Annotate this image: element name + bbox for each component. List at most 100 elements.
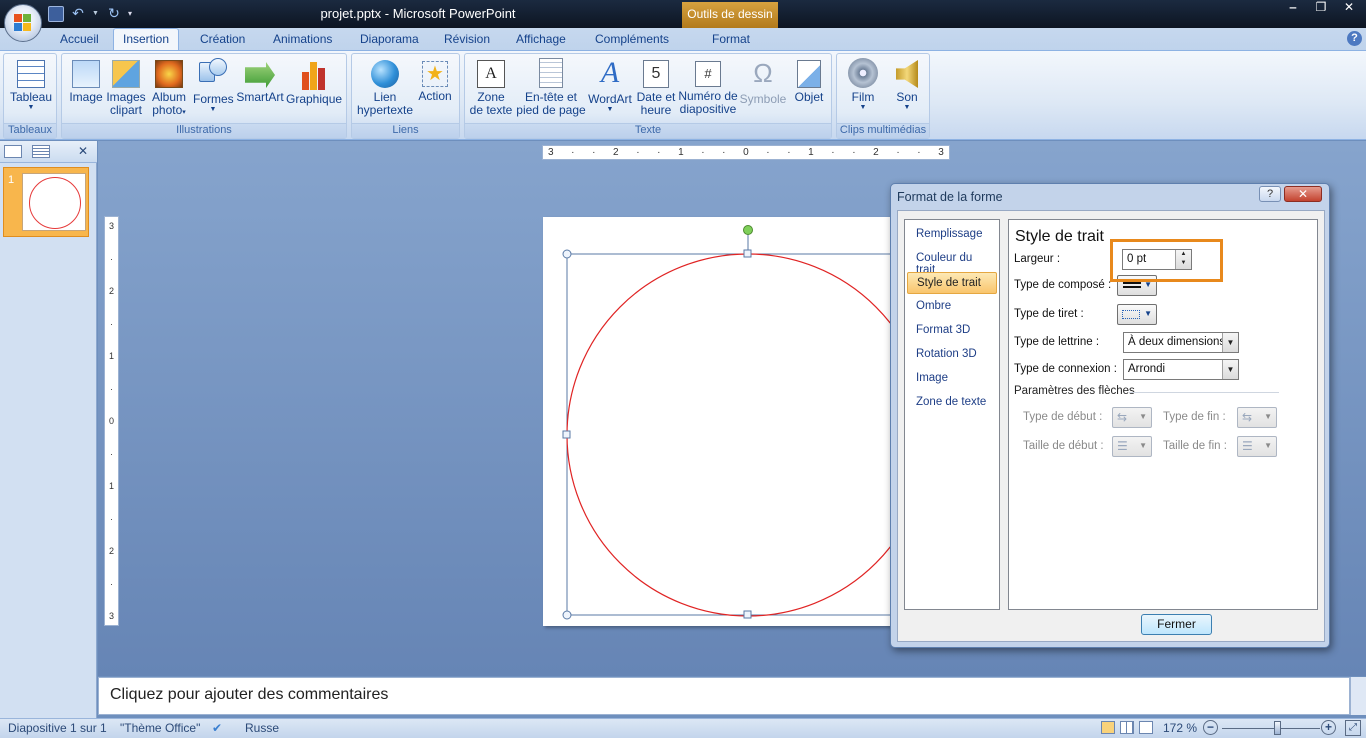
zoom-out-icon[interactable]: − — [1203, 720, 1218, 735]
horizontal-ruler: 3 · · 2 · · 1 · · 0 · · 1 · · 2 · · 3 — [542, 145, 950, 160]
dash-type-dropdown[interactable]: ▼ — [1117, 304, 1157, 325]
zoom-level[interactable]: 172 % — [1163, 721, 1197, 735]
album-photo-button[interactable]: Album photo▾ — [149, 58, 189, 119]
film-button[interactable]: Film ▼ — [841, 58, 885, 112]
album-label-2: photo — [152, 103, 183, 117]
images-clipart-button[interactable]: Images clipart — [106, 58, 146, 117]
nav-couleur-du-trait[interactable]: Couleur du trait — [907, 248, 997, 276]
chart-icon — [298, 58, 330, 90]
connexion-value: Arrondi — [1128, 363, 1166, 375]
lettrine-select[interactable]: À deux dimensions ▼ — [1123, 332, 1239, 353]
zoom-slider[interactable] — [1222, 728, 1320, 729]
dialog-close-button[interactable]: ✕ — [1284, 186, 1322, 202]
zone-de-texte-button[interactable]: A Zone de texte — [467, 58, 515, 117]
normal-view-icon[interactable] — [1101, 721, 1115, 734]
taille-fin-dropdown[interactable]: ☰ ▼ — [1237, 436, 1277, 457]
taille-debut-dropdown[interactable]: ☰ ▼ — [1112, 436, 1152, 457]
date-heure-button[interactable]: 5 Date et heure — [635, 58, 677, 117]
nav-remplissage[interactable]: Remplissage — [907, 224, 997, 246]
ruler-tick: 1 — [108, 351, 114, 361]
office-button[interactable] — [4, 4, 42, 42]
ribbon-tabs: Accueil Insertion Création Animations Di… — [0, 28, 1366, 51]
fit-to-window-icon[interactable]: ⤢ — [1345, 720, 1361, 736]
slide-sorter-icon[interactable] — [1120, 721, 1134, 734]
panel-title: Style de trait — [1015, 228, 1104, 245]
chevron-down-icon[interactable]: ▼ — [1222, 360, 1238, 379]
shapes-icon — [197, 58, 229, 90]
tab-format[interactable]: Format — [712, 32, 750, 46]
numero-diapositive-button[interactable]: # Numéro de diapositive — [677, 58, 739, 116]
tab-animations[interactable]: Animations — [273, 32, 332, 46]
nav-style-de-trait[interactable]: Style de trait — [907, 272, 997, 294]
chevron-down-icon[interactable]: ▼ — [1222, 333, 1238, 352]
fermer-button[interactable]: Fermer — [1141, 614, 1212, 635]
notes-scrollbar[interactable] — [1350, 677, 1366, 715]
entete-label-1: En-tête et — [524, 90, 578, 104]
action-button[interactable]: ★ Action — [415, 58, 455, 103]
close-pane-icon[interactable]: ✕ — [78, 144, 88, 158]
minimize-button[interactable]: ‒ — [1280, 0, 1306, 16]
chevron-down-icon: ▼ — [1139, 441, 1147, 450]
chevron-down-icon: ▼ — [1144, 309, 1152, 318]
dialog-help-button[interactable]: ? — [1259, 186, 1281, 202]
type-debut-dropdown[interactable]: ⇆ ▼ — [1112, 407, 1152, 428]
connexion-select[interactable]: Arrondi ▼ — [1123, 359, 1239, 380]
son-button[interactable]: Son ▼ — [887, 58, 927, 112]
resize-handle-left[interactable] — [562, 430, 571, 439]
tableau-button[interactable]: Tableau ▼ — [8, 58, 54, 112]
language-indicator[interactable]: Russe — [245, 721, 279, 735]
rotation-handle[interactable] — [743, 225, 753, 235]
connexion-label: Type de connexion : — [1014, 363, 1117, 375]
date-label-2: heure — [640, 103, 672, 117]
slideshow-view-icon[interactable] — [1139, 721, 1153, 734]
zoom-slider-thumb[interactable] — [1274, 721, 1281, 735]
theme-indicator[interactable]: "Thème Office" — [120, 721, 200, 735]
zoom-in-icon[interactable]: + — [1321, 720, 1336, 735]
ribbon: Tableau ▼ Tableaux Image Images clipart Al… — [0, 50, 1366, 140]
spellcheck-icon[interactable]: ✔ — [212, 721, 222, 735]
entete-label-2: pied de page — [516, 103, 586, 117]
circle-shape[interactable] — [566, 253, 930, 617]
restore-button[interactable]: ❐ — [1308, 0, 1334, 16]
slide-number: 1 — [8, 174, 15, 186]
help-icon[interactable]: ? — [1347, 31, 1362, 46]
formes-button[interactable]: Formes ▼ — [193, 58, 234, 114]
nav-image[interactable]: Image — [907, 368, 997, 390]
symbole-button[interactable]: Ω Symbole — [739, 58, 787, 106]
graphique-button[interactable]: Graphique — [286, 58, 342, 106]
dialog-title: Format de la forme — [897, 190, 1003, 204]
slide-thumbnail[interactable]: 1 — [3, 167, 89, 237]
tab-insertion[interactable]: Insertion — [113, 28, 180, 51]
tab-accueil[interactable]: Accueil — [60, 32, 99, 46]
slide-canvas[interactable] — [543, 217, 930, 626]
resize-handle-bottom[interactable] — [743, 610, 752, 619]
group-texte: A Zone de texte En-tête et pied de page A … — [464, 53, 832, 139]
close-button[interactable]: ✕ — [1336, 0, 1362, 16]
slides-tab-icon[interactable] — [4, 145, 22, 158]
outline-tab-icon[interactable] — [32, 145, 50, 158]
calendar-icon: 5 — [643, 60, 669, 88]
smartart-button[interactable]: SmartArt — [235, 58, 285, 104]
lien-hypertexte-button[interactable]: Lien hypertexte — [356, 58, 414, 117]
slides-pane: ✕ 1 — [0, 141, 97, 718]
type-fin-dropdown[interactable]: ⇆ ▼ — [1237, 407, 1277, 428]
wordart-button[interactable]: A WordArt ▼ — [587, 58, 633, 114]
image-button[interactable]: Image — [67, 58, 105, 104]
resize-handle-top[interactable] — [743, 249, 752, 258]
nav-rotation-3d[interactable]: Rotation 3D — [907, 344, 997, 366]
tab-affichage[interactable]: Affichage — [516, 32, 566, 46]
entete-pied-button[interactable]: En-tête et pied de page — [515, 58, 587, 117]
tab-diaporama[interactable]: Diaporama — [360, 32, 419, 46]
notes-pane[interactable]: Cliquez pour ajouter des commentaires — [98, 677, 1350, 715]
resize-handle-bottom-left[interactable] — [562, 610, 572, 620]
tab-creation[interactable]: Création — [200, 32, 245, 46]
images-clipart-label-2: clipart — [109, 103, 142, 117]
nav-zone-de-texte[interactable]: Zone de texte — [907, 392, 997, 414]
nav-ombre[interactable]: Ombre — [907, 296, 997, 318]
tab-revision[interactable]: Révision — [444, 32, 490, 46]
nav-format-3d[interactable]: Format 3D — [907, 320, 997, 342]
taille-debut-label: Taille de début : — [1023, 440, 1104, 452]
tab-complements[interactable]: Compléments — [595, 32, 669, 46]
resize-handle-top-left[interactable] — [562, 249, 572, 259]
objet-button[interactable]: Objet — [789, 58, 829, 104]
